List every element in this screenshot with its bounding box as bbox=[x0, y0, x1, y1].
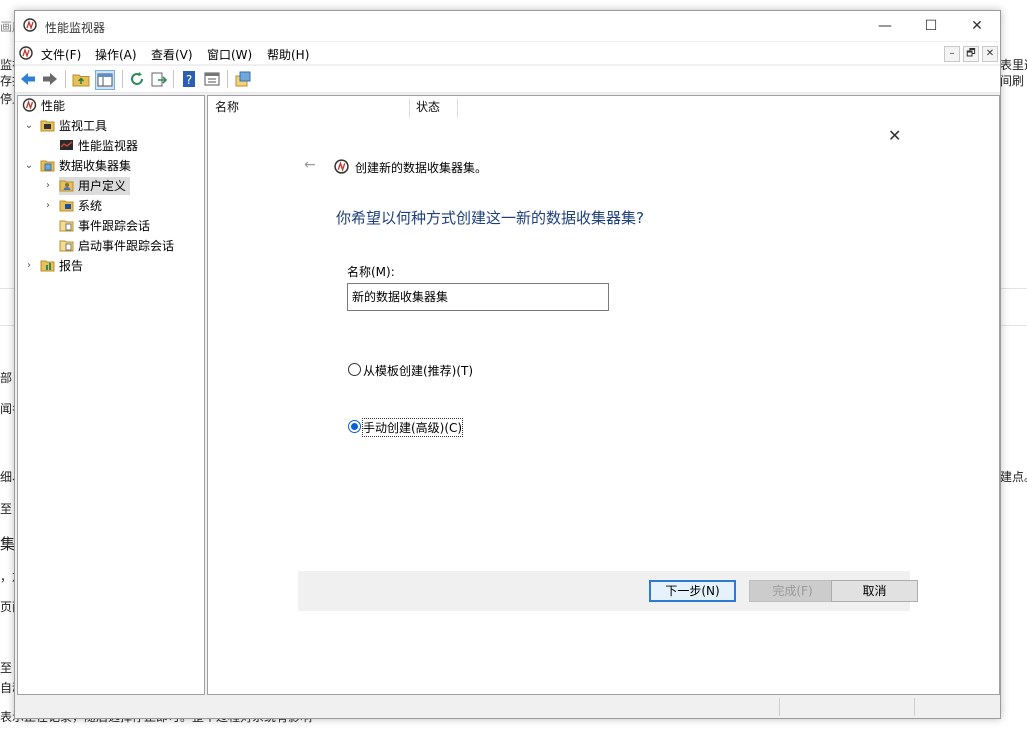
close-button[interactable]: ✕ bbox=[954, 11, 1000, 41]
wizard-button-bar: 下一步(N) 完成(F) 取消 bbox=[298, 571, 918, 611]
status-bar bbox=[15, 696, 1000, 718]
menu-help[interactable]: 帮助(H) bbox=[267, 46, 309, 63]
bg-fragment: 页面 bbox=[0, 600, 14, 614]
help-icon[interactable]: ? bbox=[180, 70, 198, 88]
column-header-status[interactable]: 状态 bbox=[416, 96, 440, 118]
properties-icon[interactable] bbox=[203, 70, 221, 88]
expander-chevron-icon[interactable]: › bbox=[24, 257, 34, 275]
new-window-icon[interactable] bbox=[234, 70, 252, 88]
system-folder-icon bbox=[59, 200, 74, 212]
perf-icon[interactable] bbox=[19, 46, 33, 60]
tree-item-label: 报告 bbox=[59, 259, 84, 273]
column-header-name[interactable]: 名称 bbox=[215, 96, 239, 118]
perf-icon bbox=[23, 18, 37, 32]
tree-item-label: 性能监视器 bbox=[78, 139, 139, 153]
tree-item-data-collector-sets[interactable]: 数据收集器集 bbox=[40, 157, 131, 175]
bg-fragment: 间刷 bbox=[1000, 74, 1025, 88]
bg-fragment: 自动 bbox=[0, 681, 14, 695]
bg-fragment: 监视 bbox=[0, 58, 14, 72]
monitor-icon bbox=[60, 140, 73, 150]
wizard-title: 创建新的数据收集器集。 bbox=[355, 161, 488, 175]
bg-fragment: 至 0 bbox=[0, 502, 14, 516]
bg-fragment: 停止 bbox=[0, 92, 14, 106]
bg-fragment: 存投 bbox=[0, 74, 14, 88]
tree-item-user-defined[interactable]: 用户定义 bbox=[59, 177, 131, 195]
trace-folder-icon bbox=[59, 240, 74, 252]
forward-arrow-icon[interactable] bbox=[41, 70, 59, 88]
bg-fragment: 表里选 bbox=[1000, 58, 1027, 72]
folder-up-icon[interactable] bbox=[72, 70, 90, 88]
expander-chevron-icon[interactable]: › bbox=[43, 197, 53, 215]
tree-item-monitoring-tools[interactable]: 监视工具 bbox=[40, 117, 107, 135]
mdi-minimize-button[interactable]: – bbox=[944, 46, 960, 62]
perf-icon bbox=[22, 98, 37, 112]
expander-chevron-icon[interactable]: ⌄ bbox=[24, 117, 34, 135]
mdi-restore-button[interactable]: 🗗 bbox=[963, 46, 979, 62]
main-pane: 名称 状态 ✕ ← 创建新的数据收集器集。 你希望以何种方式创建这一新的数据收集… bbox=[207, 95, 1000, 695]
maximize-button[interactable]: ☐ bbox=[908, 11, 954, 41]
trace-folder-icon bbox=[59, 220, 74, 232]
radio-manual-label[interactable]: 手动创建(高级)(C) bbox=[361, 418, 464, 437]
bg-fragment: 画库 bbox=[0, 20, 14, 34]
cancel-button[interactable]: 取消 bbox=[831, 580, 918, 602]
bg-fragment: 至 bbox=[0, 661, 13, 675]
toolbar: ? bbox=[15, 66, 1000, 93]
report-folder-icon bbox=[40, 260, 55, 272]
next-button[interactable]: 下一步(N) bbox=[649, 580, 736, 602]
tree-item-system[interactable]: 系统 bbox=[59, 197, 102, 215]
folder-icon bbox=[40, 120, 55, 132]
back-arrow-icon[interactable] bbox=[19, 70, 37, 88]
tree-item-label: 用户定义 bbox=[78, 179, 127, 193]
radio-button[interactable] bbox=[348, 363, 361, 376]
tree-item-label: 数据收集器集 bbox=[59, 159, 132, 173]
bg-fragment: 集 bbox=[0, 535, 14, 553]
tree-item-label: 事件跟踪会话 bbox=[78, 219, 151, 233]
tree-item-perf-monitor[interactable]: 性能监视器 bbox=[59, 137, 138, 155]
perf-icon bbox=[334, 159, 349, 174]
finish-button[interactable]: 完成(F) bbox=[749, 580, 836, 602]
mdi-close-button[interactable]: ✕ bbox=[982, 46, 998, 62]
menu-window[interactable]: 窗口(W) bbox=[207, 46, 252, 63]
bg-fragment: ，友 bbox=[0, 570, 14, 584]
tree-item-label: 启动事件跟踪会话 bbox=[78, 239, 175, 253]
minimize-button[interactable]: — bbox=[862, 11, 908, 41]
svg-text:?: ? bbox=[186, 73, 192, 87]
name-label: 名称(M): bbox=[347, 265, 395, 279]
expander-chevron-icon[interactable]: ⌄ bbox=[24, 157, 34, 175]
tree-item-perf[interactable]: 性能 bbox=[22, 97, 65, 115]
tree-item-label: 系统 bbox=[78, 199, 103, 213]
folder-icon bbox=[40, 160, 55, 172]
name-input[interactable]: 新的数据收集器集 bbox=[347, 283, 609, 311]
menu-view[interactable]: 查看(V) bbox=[151, 46, 193, 63]
window-title: 性能监视器 bbox=[45, 21, 106, 35]
bg-fragment: 细、 bbox=[0, 470, 14, 484]
bg-fragment: 部 bbox=[0, 371, 13, 385]
bg-fragment: 闻名 bbox=[0, 402, 14, 416]
expander-chevron-icon[interactable]: › bbox=[43, 177, 53, 195]
wizard-back-arrow-icon[interactable]: ← bbox=[304, 157, 316, 173]
tree-item-label: 监视工具 bbox=[59, 119, 108, 133]
wizard-heading: 你希望以何种方式创建这一新的数据收集器集? bbox=[336, 209, 644, 227]
menu-action[interactable]: 操作(A) bbox=[95, 46, 137, 63]
bg-fragment: 建点。 bbox=[1000, 470, 1027, 484]
menu-file[interactable]: 文件(F) bbox=[41, 46, 81, 63]
menu-bar: 文件(F) 操作(A) 查看(V) 窗口(W) 帮助(H) – 🗗 ✕ bbox=[15, 42, 1000, 64]
navigation-tree: 性能 ⌄ 监视工具 性能监视器 ⌄ 数据收集器集 › 用户定义 › 系统 事件跟… bbox=[17, 95, 205, 695]
tree-item-label: 性能 bbox=[41, 99, 66, 113]
perfmon-window: 性能监视器 — ☐ ✕ 文件(F) 操作(A) 查看(V) 窗口(W) 帮助(H… bbox=[14, 10, 1001, 719]
show-hide-tree-icon[interactable] bbox=[95, 70, 115, 90]
tree-item-reports[interactable]: 报告 bbox=[40, 257, 83, 275]
radio-from-template-label[interactable]: 从模板创建(推荐)(T) bbox=[363, 362, 473, 379]
export-icon[interactable] bbox=[150, 70, 168, 88]
refresh-icon[interactable] bbox=[128, 70, 146, 88]
user-folder-icon bbox=[59, 180, 74, 192]
tree-item-startup-event-trace[interactable]: 启动事件跟踪会话 bbox=[59, 237, 174, 255]
tree-item-event-trace[interactable]: 事件跟踪会话 bbox=[59, 217, 150, 235]
title-bar[interactable]: 性能监视器 — ☐ ✕ bbox=[15, 11, 1000, 41]
wizard-close-icon[interactable]: ✕ bbox=[888, 126, 901, 145]
radio-button[interactable] bbox=[348, 420, 361, 433]
